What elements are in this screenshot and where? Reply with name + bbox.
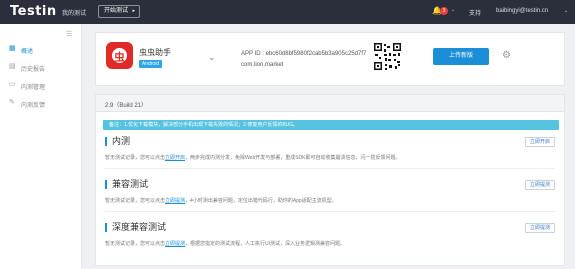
sidebar-item-beta-feedback[interactable]: ✎ 内测反馈 <box>0 94 82 112</box>
platform-badge: Android <box>139 60 162 68</box>
description-text: ，根据您指定的测试流程，人工执行UI测试，深入业务逻辑测兼容问题。 <box>185 241 346 247</box>
feedback-icon: ✎ <box>9 99 15 106</box>
description-text: 暂无测试记录，您可以点击 <box>105 198 166 204</box>
start-test-label: 开始测试 <box>104 8 129 14</box>
submit-compatibility-test-link[interactable]: 立即提测 <box>165 198 185 204</box>
upload-new-version-button[interactable]: 上传新版 <box>433 48 489 65</box>
testin-logo[interactable]: Testin <box>10 4 57 19</box>
sidebar-item-overview[interactable]: ▦ 概述 <box>0 40 82 58</box>
app-id: APP ID : ebc60d8bf5980f2cab5b3a905c25d7f… <box>241 51 367 57</box>
section-description: 暂无测试记录，您可以点击立即提测，根据您指定的测试流程，人工执行UI测试，深入业… <box>105 240 345 247</box>
description-text: 暂无测试记录，您可以点击 <box>105 241 166 247</box>
user-email-menu[interactable]: baibingyi@testin.cn <box>496 8 548 14</box>
sidebar: ☰ ▦ 概述 ▤ 历史报告 ▭ 内测管理 ✎ 内测反馈 <box>0 24 82 269</box>
sidebar-item-label: 内测管理 <box>21 85 46 91</box>
start-test-button[interactable]: 开始测试 ▸ <box>98 5 140 18</box>
description-text: 暂无测试记录，您可以点击 <box>105 155 166 161</box>
app-switch-chevron-icon[interactable]: ⌄ <box>208 52 216 63</box>
notification-badge: 3 <box>440 7 448 15</box>
gear-icon[interactable]: ⚙ <box>502 50 511 61</box>
submit-compatibility-test-button[interactable]: 立即提测 <box>525 180 555 190</box>
document-icon: ▤ <box>9 63 16 70</box>
grid-icon: ▦ <box>9 45 16 52</box>
version-label: 2.9（Build 21） <box>105 103 148 109</box>
version-header: 2.9（Build 21） <box>96 95 564 112</box>
description-text: ，两步完成内测分发，免除Web开发与部署，重成SDK即可自动收集崩溃信息、闪一揽… <box>185 155 401 161</box>
chevron-right-icon: ▸ <box>132 8 135 14</box>
user-menu-chevron-icon[interactable]: ⌄ <box>564 8 568 14</box>
submit-deep-compatibility-test-link[interactable]: 立即提测 <box>165 241 185 247</box>
section-description: 暂无测试记录，您可以点击立即开启，两步完成内测分发，免除Web开发与部署，重成S… <box>105 154 401 161</box>
top-navigation-bar: Testin 我的测试 开始测试 ▸ 🔔 3 ⌄ 支持 baibingyi@te… <box>0 0 575 24</box>
sidebar-item-label: 概述 <box>21 49 34 55</box>
divider <box>105 168 555 169</box>
my-tests-link[interactable]: 我的测试 <box>62 8 86 17</box>
submit-deep-compatibility-test-button[interactable]: 立即提测 <box>525 223 555 233</box>
sidebar-item-label: 历史报告 <box>21 67 46 73</box>
app-info-card: 虫 虫虫助手 Android ⌄ APP ID : ebc60d8bf5980f… <box>95 32 565 86</box>
sidebar-item-beta-management[interactable]: ▭ 内测管理 <box>0 76 82 94</box>
start-beta-link[interactable]: 立即开启 <box>165 155 185 161</box>
qr-code-icon <box>373 42 402 71</box>
description-text: ，4小时测出兼容问题，定位出错代码行，助你的App适配主流机型。 <box>185 198 337 204</box>
section-title: 深度兼容测试 <box>105 223 166 232</box>
sidebar-item-label: 内测反馈 <box>21 103 46 109</box>
app-icon-glyph: 虫 <box>114 52 125 64</box>
version-panel: 2.9（Build 21） 备注：1.优化下载模块，解决部分手机出现下载失败的情… <box>95 94 565 266</box>
sidebar-collapse-icon[interactable]: ☰ <box>66 30 72 38</box>
sidebar-item-history-reports[interactable]: ▤ 历史报告 <box>0 58 82 76</box>
release-note: 备注：1.优化下载模块，解决部分手机出现下载失败的情况；2.修复用户反馈的BUG… <box>103 120 559 130</box>
chevron-down-icon[interactable]: ⌄ <box>451 7 455 13</box>
app-name: 虫虫助手 <box>139 48 171 57</box>
start-beta-button[interactable]: 立即开启 <box>525 137 555 147</box>
monitor-icon: ▭ <box>9 81 16 88</box>
section-description: 暂无测试记录，您可以点击立即提测，4小时测出兼容问题，定位出错代码行，助你的Ap… <box>105 197 337 204</box>
divider <box>105 211 555 212</box>
section-title: 内测 <box>105 137 130 146</box>
section-title: 兼容测试 <box>105 180 148 189</box>
package-name: com.lion.market <box>241 62 284 68</box>
support-link[interactable]: 支持 <box>469 8 481 17</box>
app-icon: 虫 <box>106 42 133 69</box>
